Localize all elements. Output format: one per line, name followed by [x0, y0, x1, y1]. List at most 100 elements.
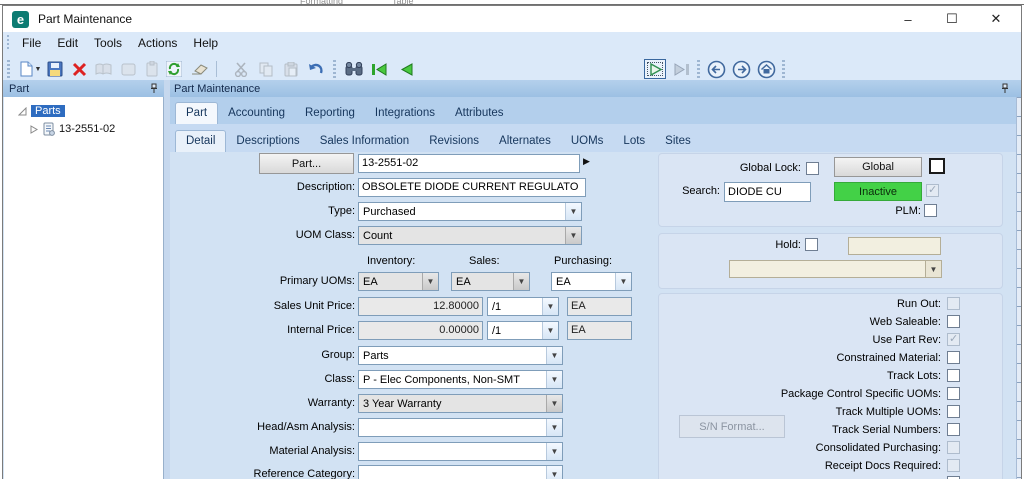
first-record-button[interactable]	[367, 59, 391, 79]
chevron-down-icon[interactable]: ▼	[615, 273, 631, 290]
context-arrow-icon[interactable]: ▶	[583, 156, 590, 167]
chevron-down-icon[interactable]: ▼	[546, 443, 562, 460]
reference-category-label: Reference Category:	[253, 468, 356, 479]
part-search-button[interactable]: Part...	[259, 153, 354, 174]
tree-node-parts[interactable]: Parts	[18, 103, 163, 119]
back-button[interactable]	[704, 59, 728, 79]
delete-button[interactable]	[69, 59, 89, 79]
track-lots-checkbox[interactable]	[947, 369, 960, 382]
last-record-button	[670, 59, 694, 79]
book-icon	[93, 59, 113, 79]
undo-button[interactable]	[306, 59, 326, 79]
global-lock-checkbox[interactable]	[806, 162, 819, 175]
part-number-field[interactable]: 13-2551-02	[358, 154, 580, 173]
tab-uoms[interactable]: UOMs	[561, 131, 614, 152]
collapse-icon[interactable]	[18, 106, 27, 116]
sales-uom-dropdown[interactable]: EA ▼	[451, 272, 530, 291]
chevron-down-icon[interactable]: ▼	[546, 347, 562, 364]
pin-icon[interactable]	[1001, 83, 1009, 94]
tab-accounting[interactable]: Accounting	[218, 103, 295, 124]
tab-revisions[interactable]: Revisions	[419, 131, 489, 152]
menu-actions[interactable]: Actions	[130, 33, 185, 53]
home-button[interactable]	[754, 59, 778, 79]
global-checkbox[interactable]	[929, 158, 945, 174]
type-dropdown[interactable]: Purchased ▼	[358, 202, 582, 221]
chevron-down-icon[interactable]: ▼	[542, 298, 558, 315]
clear-button[interactable]	[189, 59, 209, 79]
internal-per-dropdown[interactable]: /1 ▼	[487, 321, 559, 340]
toolbar-separator	[216, 61, 217, 77]
inventory-column-header: Inventory:	[367, 255, 416, 267]
next-record-button[interactable]	[644, 59, 666, 79]
material-analysis-dropdown[interactable]: ▼	[358, 442, 563, 461]
right-edge-scrollbar[interactable]	[1016, 97, 1021, 479]
tree-node-label[interactable]: 13-2551-02	[59, 123, 115, 135]
chevron-down-icon[interactable]: ▼	[565, 203, 581, 220]
tree-node-part[interactable]: 13-2551-02	[30, 121, 163, 137]
toolbar-gripper[interactable]	[782, 60, 785, 78]
tab-alternates[interactable]: Alternates	[489, 131, 561, 152]
inventory-uom-dropdown: EA ▼	[358, 272, 439, 291]
expand-icon[interactable]	[30, 124, 38, 134]
group-dropdown[interactable]: Parts ▼	[358, 346, 563, 365]
hold-checkbox[interactable]	[805, 238, 818, 251]
chevron-down-icon[interactable]: ▼	[542, 322, 558, 339]
tab-attributes[interactable]: Attributes	[445, 103, 514, 124]
plm-checkbox[interactable]	[924, 204, 937, 217]
close-button[interactable]: ✕	[979, 6, 1013, 32]
web-saleable-checkbox[interactable]	[947, 315, 960, 328]
tab-lots[interactable]: Lots	[613, 131, 655, 152]
new-button[interactable]: ▼	[16, 59, 44, 79]
purchasing-uom-dropdown[interactable]: EA ▼	[551, 272, 632, 291]
head-asm-analysis-dropdown[interactable]: ▼	[358, 418, 563, 437]
description-field[interactable]: OBSOLETE DIODE CURRENT REGULATO	[358, 178, 586, 197]
tab-part[interactable]: Part	[175, 102, 219, 124]
reference-category-dropdown[interactable]: ▼	[358, 465, 563, 479]
package-control-specific-uoms-checkbox[interactable]	[947, 387, 960, 400]
internal-price-uom-field: EA	[567, 321, 632, 340]
constrained-material-checkbox[interactable]	[947, 351, 960, 364]
chevron-down-icon: ▼	[925, 261, 941, 277]
class-label: Class:	[324, 373, 355, 385]
previous-record-button[interactable]	[396, 59, 416, 79]
toolbar-gripper[interactable]	[7, 60, 10, 78]
minimize-button[interactable]: –	[891, 6, 925, 32]
sales-per-dropdown[interactable]: /1 ▼	[487, 297, 559, 316]
global-lock-label: Global Lock:	[739, 162, 801, 174]
chevron-down-icon[interactable]: ▼	[513, 273, 529, 290]
maximize-button[interactable]: ☐	[935, 6, 969, 32]
tab-reporting[interactable]: Reporting	[295, 103, 365, 124]
memo-icon	[118, 59, 138, 79]
track-multiple-uoms-checkbox[interactable]	[947, 405, 960, 418]
track-serial-numbers-checkbox[interactable]	[947, 423, 960, 436]
tab-sites[interactable]: Sites	[655, 131, 701, 152]
menu-tools[interactable]: Tools	[86, 33, 130, 53]
type-label: Type:	[328, 205, 355, 217]
part-maintenance-window: e Part Maintenance – ☐ ✕ File Edit Tools…	[2, 5, 1022, 479]
global-button[interactable]: Global	[834, 157, 922, 177]
toolbar-gripper[interactable]	[697, 60, 700, 78]
menubar-gripper[interactable]	[6, 35, 10, 51]
search-field[interactable]: DIODE CU	[724, 182, 811, 202]
tab-descriptions[interactable]: Descriptions	[226, 131, 309, 152]
refresh-button[interactable]	[164, 59, 184, 79]
menu-file[interactable]: File	[14, 33, 49, 53]
menu-edit[interactable]: Edit	[49, 33, 86, 53]
tab-integrations[interactable]: Integrations	[365, 103, 445, 124]
save-button[interactable]	[45, 59, 65, 79]
menu-help[interactable]: Help	[185, 33, 226, 53]
toolbar-gripper[interactable]	[333, 60, 336, 78]
tab-sales-information[interactable]: Sales Information	[310, 131, 420, 152]
forward-button[interactable]	[729, 59, 753, 79]
screen: { "background": { "fragment1": "Formatti…	[0, 0, 1024, 479]
chevron-down-icon[interactable]: ▼	[546, 371, 562, 388]
copy-button	[256, 59, 276, 79]
search-button[interactable]	[342, 59, 366, 79]
class-dropdown[interactable]: P - Elec Components, Non-SMT ▼	[358, 370, 563, 389]
chevron-down-icon[interactable]: ▼	[546, 466, 562, 479]
pin-icon[interactable]	[150, 83, 158, 94]
tree-node-label[interactable]: Parts	[31, 105, 65, 117]
tab-detail[interactable]: Detail	[175, 130, 227, 152]
part-tree-panel: Parts 13-2551-02	[4, 97, 164, 479]
chevron-down-icon[interactable]: ▼	[546, 419, 562, 436]
